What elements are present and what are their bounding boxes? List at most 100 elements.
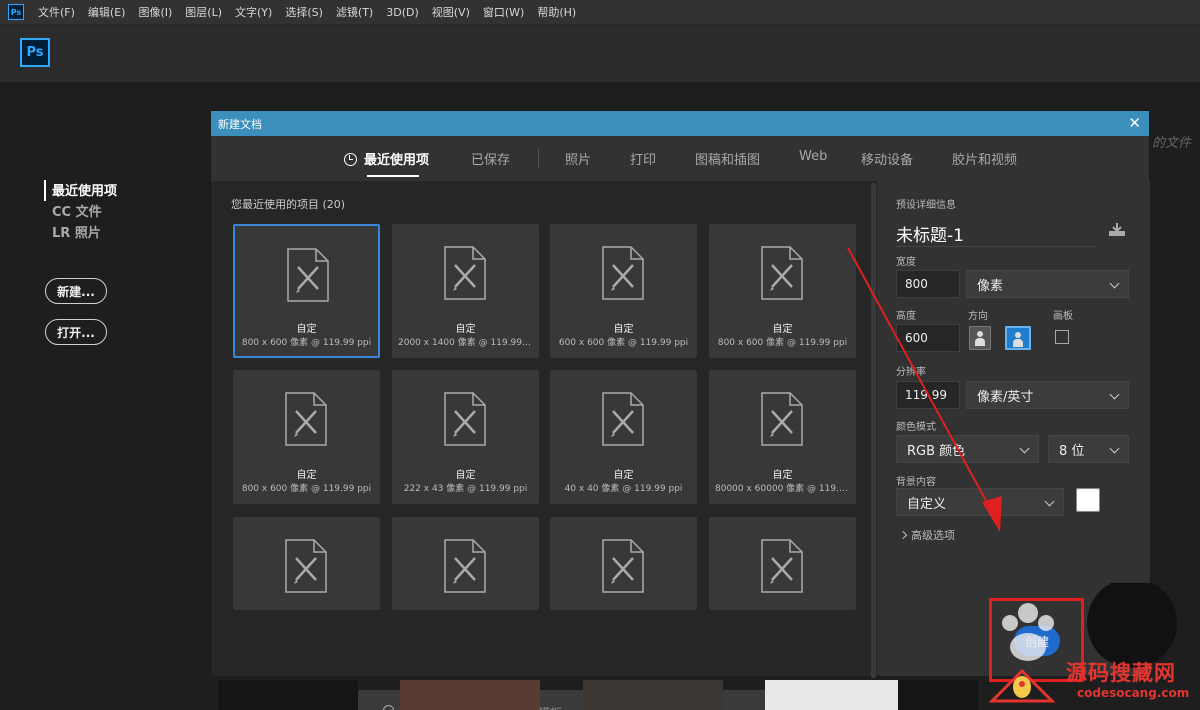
menu-image[interactable]: 图像(I) <box>138 4 172 20</box>
preset-tabs: 最近使用项 已保存 照片 打印 图稿和插图 Web 移动设备 胶片和视频 <box>211 137 1151 181</box>
thumbnail[interactable] <box>898 680 978 710</box>
menu-window[interactable]: 窗口(W) <box>483 4 524 20</box>
bit-depth-select[interactable]: 8 位 <box>1048 435 1129 463</box>
menu-file[interactable]: 文件(F) <box>38 4 75 20</box>
preset-card[interactable] <box>392 517 539 610</box>
annotation-arrow <box>847 247 1002 532</box>
chevron-down-icon <box>1109 278 1120 289</box>
preset-card-dims: 800 x 600 像素 @ 119.99 ppi <box>717 338 848 348</box>
preset-card-name: 自定 <box>772 470 793 481</box>
chevron-down-icon <box>1019 443 1030 454</box>
menu-select[interactable]: 选择(S) <box>285 4 323 20</box>
close-icon[interactable]: ✕ <box>1128 114 1141 132</box>
preset-card[interactable]: 自定 80000 x 60000 像素 @ 119.9... <box>709 370 856 504</box>
menu-help[interactable]: 帮助(H) <box>537 4 576 20</box>
preset-details-label: 预设详细信息 <box>896 200 956 211</box>
preset-card-dims: 600 x 600 像素 @ 119.99 ppi <box>558 338 689 348</box>
dialog-titlebar: 新建文档 ✕ <box>211 111 1149 136</box>
tab-recent-label: 最近使用项 <box>364 153 430 168</box>
document-icon <box>443 245 487 301</box>
preset-card[interactable]: 自定 600 x 600 像素 @ 119.99 ppi <box>550 224 697 358</box>
document-icon <box>284 538 328 594</box>
menu-view[interactable]: 视图(V) <box>432 4 470 20</box>
thumbnail[interactable] <box>218 680 358 710</box>
app-header: Ps <box>0 25 1200 82</box>
preset-card-name: 自定 <box>613 324 634 335</box>
tab-print[interactable]: 打印 <box>630 149 656 168</box>
preset-card[interactable] <box>709 517 856 610</box>
artboard-checkbox[interactable] <box>1055 330 1069 344</box>
document-icon <box>760 245 804 301</box>
preset-card-name: 自定 <box>772 324 793 335</box>
menu-layer[interactable]: 图层(L) <box>185 4 222 20</box>
clock-icon <box>344 153 357 166</box>
bit-depth-value: 8 位 <box>1059 443 1085 459</box>
dialog-title: 新建文档 <box>218 117 262 131</box>
menu-type[interactable]: 文字(Y) <box>235 4 272 20</box>
document-icon <box>601 391 645 447</box>
background-color-swatch[interactable] <box>1076 488 1100 512</box>
tab-web[interactable]: Web <box>799 149 827 164</box>
preset-card-dims: 40 x 40 像素 @ 119.99 ppi <box>564 484 683 494</box>
menu-edit[interactable]: 编辑(E) <box>88 4 126 20</box>
chevron-down-icon <box>1109 389 1120 400</box>
thumbnail[interactable] <box>400 680 540 710</box>
document-icon <box>443 391 487 447</box>
tab-recent[interactable]: 最近使用项 <box>344 149 429 168</box>
preset-card-dims: 800 x 600 像素 @ 119.99 ppi <box>241 484 372 494</box>
recent-files-label: 的文件 <box>1152 136 1192 151</box>
chevron-down-icon <box>1109 443 1120 454</box>
document-icon <box>443 538 487 594</box>
menubar: Ps 文件(F) 编辑(E) 图像(I) 图层(L) 文字(Y) 选择(S) 滤… <box>0 0 1200 25</box>
preset-card[interactable]: 自定 40 x 40 像素 @ 119.99 ppi <box>550 370 697 504</box>
ps-app-icon: Ps <box>8 4 24 20</box>
preset-card[interactable] <box>550 517 697 610</box>
home-nav-cc-files[interactable]: CC 文件 <box>44 201 117 222</box>
watermark-title: 源码搜藏网 <box>1066 661 1176 685</box>
preset-card-name: 自定 <box>455 324 476 335</box>
thumbnail[interactable] <box>765 680 905 710</box>
preset-card-name: 自定 <box>296 470 317 481</box>
home-nav-lr-photos[interactable]: LR 照片 <box>44 222 117 243</box>
menu-3d[interactable]: 3D(D) <box>386 6 419 19</box>
preset-card[interactable]: 自定 800 x 600 像素 @ 119.99 ppi <box>709 224 856 358</box>
preset-card-name: 自定 <box>296 324 317 335</box>
document-icon <box>601 245 645 301</box>
preset-card-dims: 800 x 600 像素 @ 119.99 ppi <box>241 338 372 348</box>
document-icon <box>286 247 330 303</box>
document-icon <box>284 391 328 447</box>
tab-film-video[interactable]: 胶片和视频 <box>952 149 1017 168</box>
open-button[interactable]: 打开... <box>45 319 107 345</box>
menu-filter[interactable]: 滤镜(T) <box>336 4 373 20</box>
document-icon <box>760 538 804 594</box>
preset-card[interactable] <box>233 517 380 610</box>
tab-active-underline <box>367 175 419 177</box>
recent-items-label: 您最近使用的项目 (20) <box>231 198 346 211</box>
preset-card-dims: 222 x 43 像素 @ 119.99 ppi <box>403 484 528 494</box>
tab-photo[interactable]: 照片 <box>565 149 591 168</box>
preset-card-dims: 80000 x 60000 像素 @ 119.9... <box>715 484 854 494</box>
tab-divider <box>538 148 539 168</box>
home-nav: 最近使用项 CC 文件 LR 照片 <box>44 180 117 243</box>
watermark-url: codesocang.com <box>1077 686 1190 700</box>
chevron-down-icon <box>1044 496 1055 507</box>
preset-card-name: 自定 <box>613 470 634 481</box>
artboard-label: 画板 <box>1053 311 1073 322</box>
tab-saved[interactable]: 已保存 <box>471 149 510 168</box>
thumbnail[interactable] <box>583 680 723 710</box>
document-icon <box>760 391 804 447</box>
home-nav-recent[interactable]: 最近使用项 <box>44 180 117 201</box>
document-icon <box>601 538 645 594</box>
preset-card[interactable]: 自定 800 x 600 像素 @ 119.99 ppi <box>233 370 380 504</box>
preset-card-dims: 2000 x 1400 像素 @ 119.99 ppi <box>398 338 539 348</box>
save-preset-icon[interactable] <box>1108 223 1126 237</box>
tab-mobile[interactable]: 移动设备 <box>861 149 913 168</box>
ps-logo: Ps <box>20 38 50 67</box>
preset-card[interactable]: 自定 222 x 43 像素 @ 119.99 ppi <box>392 370 539 504</box>
recent-items-pane: 您最近使用的项目 (20) 自定 800 x 600 像素 @ 119.99 pp… <box>211 181 877 710</box>
new-button[interactable]: 新建... <box>45 278 107 304</box>
tab-art-illustration[interactable]: 图稿和插图 <box>695 149 760 168</box>
preset-card-name: 自定 <box>455 470 476 481</box>
preset-card[interactable]: 自定 800 x 600 像素 @ 119.99 ppi <box>233 224 380 358</box>
preset-card[interactable]: 自定 2000 x 1400 像素 @ 119.99 ppi <box>392 224 539 358</box>
